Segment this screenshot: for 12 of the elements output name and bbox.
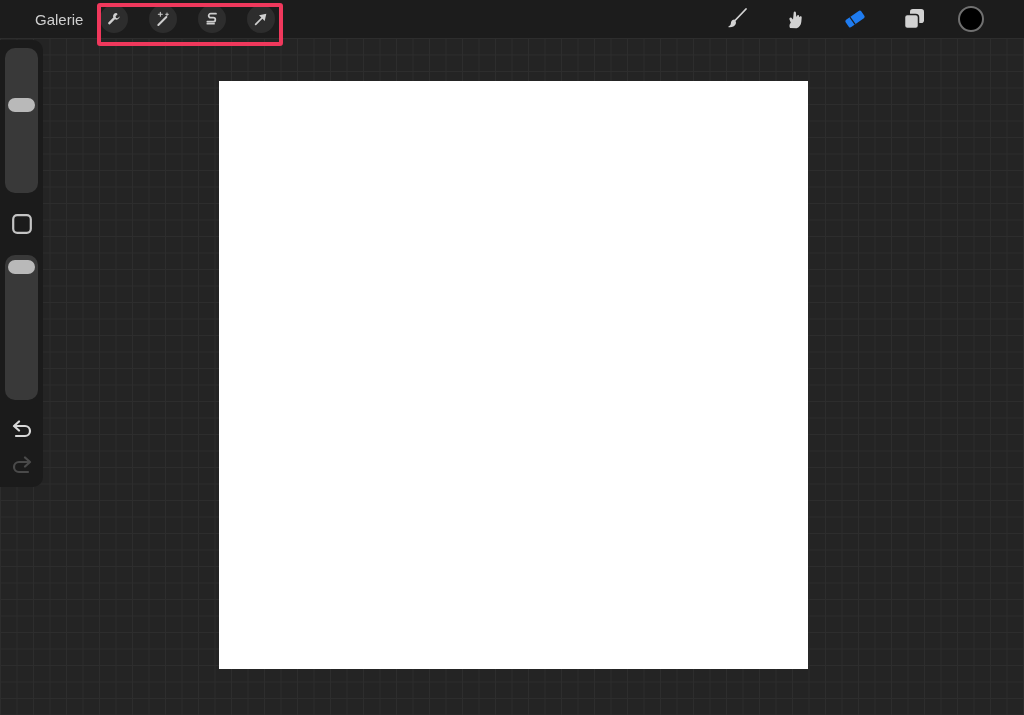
arrow-button[interactable] — [247, 5, 276, 33]
magic-wand-button[interactable] — [149, 5, 178, 33]
slider-thumb[interactable] — [8, 97, 35, 112]
magic-wand-icon — [155, 11, 172, 27]
vertical-slider[interactable] — [5, 48, 38, 193]
color-swatch-icon[interactable] — [958, 6, 984, 32]
s-curve-button[interactable] — [198, 5, 227, 33]
vertical-slider[interactable] — [5, 255, 38, 400]
gallery-button[interactable]: Galerie — [33, 8, 86, 30]
square-button[interactable] — [11, 214, 32, 234]
slider-thumb[interactable] — [8, 259, 35, 274]
undo-button[interactable] — [10, 420, 33, 438]
